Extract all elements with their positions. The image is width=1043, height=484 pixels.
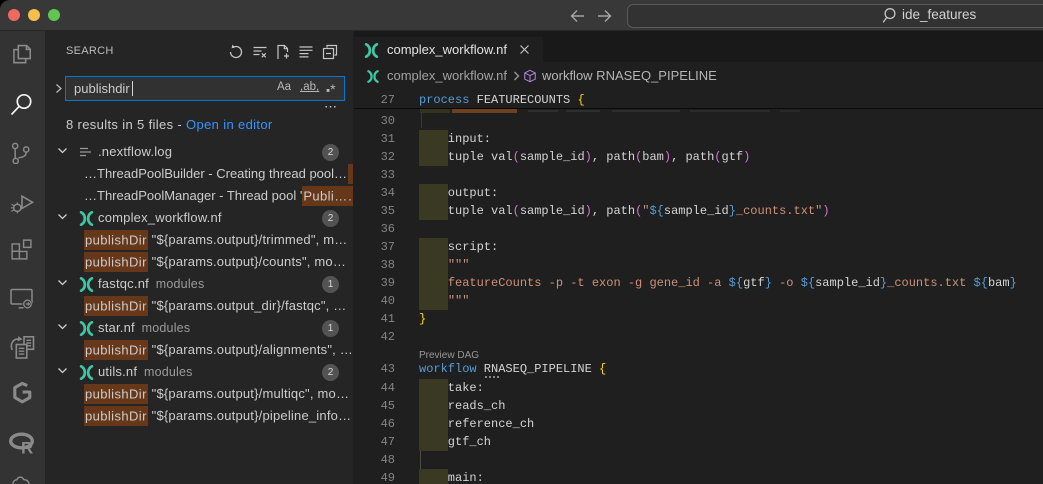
svg-text:R: R	[21, 439, 33, 456]
